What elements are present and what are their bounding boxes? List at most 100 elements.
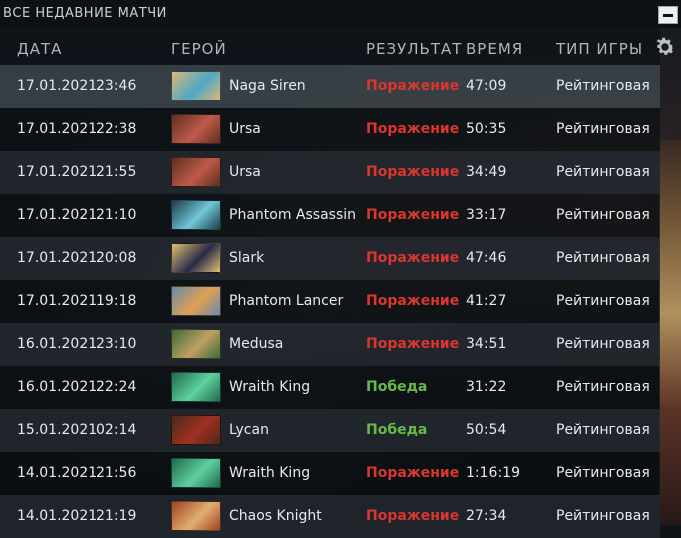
match-type: Рейтинговая xyxy=(556,465,650,481)
match-result: Поражение xyxy=(366,508,460,524)
minus-icon xyxy=(663,13,673,17)
match-time: 21:55 xyxy=(96,164,137,180)
table-row[interactable]: 17.01.2021 20:08 Slark Поражение 47:46 Рейтин… xyxy=(0,237,660,280)
match-time: 20:08 xyxy=(96,250,137,266)
match-date: 17.01.2021 xyxy=(17,293,98,309)
table-row[interactable]: 17.01.2021 22:38 Ursa Поражение 50:35 Рейтинг… xyxy=(0,108,660,151)
match-result: Победа xyxy=(366,379,428,395)
match-time: 19:18 xyxy=(96,293,137,309)
match-duration: 50:54 xyxy=(466,422,507,438)
hero-name: Wraith King xyxy=(229,465,311,481)
column-header-date[interactable]: ДАТА xyxy=(17,40,62,58)
hero-portrait[interactable] xyxy=(171,71,221,101)
hero-portrait[interactable] xyxy=(171,157,221,187)
match-result: Победа xyxy=(366,422,428,438)
column-header-duration[interactable]: ВРЕМЯ xyxy=(466,40,523,58)
match-duration: 31:22 xyxy=(466,379,507,395)
match-duration: 27:34 xyxy=(466,508,507,524)
match-result: Поражение xyxy=(366,293,460,309)
hero-name: Naga Siren xyxy=(229,78,306,94)
hero-portrait[interactable] xyxy=(171,286,221,316)
match-date: 17.01.2021 xyxy=(17,207,98,223)
matches-table: 17.01.2021 23:46 Naga Siren Поражение 47:09 Р… xyxy=(0,65,660,538)
hero-name: Slark xyxy=(229,250,265,266)
table-row[interactable]: 16.01.2021 22:24 Wraith King Победа 31:22 Рей… xyxy=(0,366,660,409)
match-time: 22:38 xyxy=(96,121,137,137)
hero-name: Medusa xyxy=(229,336,284,352)
match-date: 16.01.2021 xyxy=(17,336,98,352)
panel-title-bar: ВСЕ НЕДАВНИЕ МАТЧИ xyxy=(0,0,681,28)
match-duration: 47:09 xyxy=(466,78,507,94)
match-type: Рейтинговая xyxy=(556,207,650,223)
match-result: Поражение xyxy=(366,78,460,94)
match-date: 17.01.2021 xyxy=(17,121,98,137)
match-date: 16.01.2021 xyxy=(17,379,98,395)
match-type: Рейтинговая xyxy=(556,379,650,395)
match-time: 23:10 xyxy=(96,336,137,352)
table-row[interactable]: 14.01.2021 21:56 Wraith King Поражение 1:16:… xyxy=(0,452,660,495)
table-row[interactable]: 14.01.2021 21:19 Chaos Knight Поражение 27:3… xyxy=(0,495,660,538)
hero-portrait[interactable] xyxy=(171,458,221,488)
match-duration: 34:51 xyxy=(466,336,507,352)
hero-portrait[interactable] xyxy=(171,372,221,402)
background-hero-art xyxy=(659,140,681,525)
match-date: 15.01.2021 xyxy=(17,422,98,438)
hero-portrait[interactable] xyxy=(171,415,221,445)
match-duration: 41:27 xyxy=(466,293,507,309)
hero-name: Phantom Assassin xyxy=(229,207,357,223)
column-header-hero[interactable]: ГЕРОЙ xyxy=(171,40,227,58)
match-date: 17.01.2021 xyxy=(17,78,98,94)
gear-icon[interactable] xyxy=(653,35,677,59)
match-time: 21:10 xyxy=(96,207,137,223)
table-row[interactable]: 17.01.2021 21:55 Ursa Поражение 34:49 Рейтинг… xyxy=(0,151,660,194)
match-result: Поражение xyxy=(366,207,460,223)
match-duration: 1:16:19 xyxy=(466,465,520,481)
hero-name: Ursa xyxy=(229,121,261,137)
match-time: 23:46 xyxy=(96,78,137,94)
match-type: Рейтинговая xyxy=(556,78,650,94)
match-type: Рейтинговая xyxy=(556,422,650,438)
match-duration: 34:49 xyxy=(466,164,507,180)
match-date: 14.01.2021 xyxy=(17,508,98,524)
hero-portrait[interactable] xyxy=(171,243,221,273)
match-result: Поражение xyxy=(366,164,460,180)
match-duration: 33:17 xyxy=(466,207,507,223)
match-time: 22:24 xyxy=(96,379,137,395)
table-row[interactable]: 17.01.2021 23:46 Naga Siren Поражение 47:09 Р… xyxy=(0,65,660,108)
match-date: 17.01.2021 xyxy=(17,164,98,180)
match-date: 14.01.2021 xyxy=(17,465,98,481)
match-time: 21:19 xyxy=(96,508,137,524)
hero-portrait[interactable] xyxy=(171,501,221,531)
collapse-button[interactable] xyxy=(658,6,678,24)
match-time: 02:14 xyxy=(96,422,137,438)
match-date: 17.01.2021 xyxy=(17,250,98,266)
hero-portrait[interactable] xyxy=(171,114,221,144)
hero-portrait[interactable] xyxy=(171,329,221,359)
match-result: Поражение xyxy=(366,336,460,352)
table-row[interactable]: 17.01.2021 19:18 Phantom Lancer Поражение 41… xyxy=(0,280,660,323)
match-result: Поражение xyxy=(366,121,460,137)
match-duration: 50:35 xyxy=(466,121,507,137)
match-type: Рейтинговая xyxy=(556,293,650,309)
match-type: Рейтинговая xyxy=(556,336,650,352)
hero-name: Chaos Knight xyxy=(229,508,322,524)
hero-name: Ursa xyxy=(229,164,261,180)
table-header: ДАТА ГЕРОЙ РЕЗУЛЬТАТ ВРЕМЯ ТИП ИГРЫ xyxy=(0,30,681,66)
hero-portrait[interactable] xyxy=(171,200,221,230)
match-type: Рейтинговая xyxy=(556,121,650,137)
match-result: Поражение xyxy=(366,465,460,481)
hero-name: Wraith King xyxy=(229,379,311,395)
table-row[interactable]: 17.01.2021 21:10 Phantom Assassin Поражение… xyxy=(0,194,660,237)
panel-title: ВСЕ НЕДАВНИЕ МАТЧИ xyxy=(3,6,167,21)
column-header-game-type[interactable]: ТИП ИГРЫ xyxy=(556,40,643,58)
match-result: Поражение xyxy=(366,250,460,266)
match-time: 21:56 xyxy=(96,465,137,481)
table-row[interactable]: 15.01.2021 02:14 Lycan Победа 50:54 Рейтингов… xyxy=(0,409,660,452)
match-type: Рейтинговая xyxy=(556,508,650,524)
column-header-result[interactable]: РЕЗУЛЬТАТ xyxy=(366,40,462,58)
hero-name: Lycan xyxy=(229,422,269,438)
table-row[interactable]: 16.01.2021 23:10 Medusa Поражение 34:51 Рейти… xyxy=(0,323,660,366)
match-duration: 47:46 xyxy=(466,250,507,266)
match-type: Рейтинговая xyxy=(556,164,650,180)
match-type: Рейтинговая xyxy=(556,250,650,266)
